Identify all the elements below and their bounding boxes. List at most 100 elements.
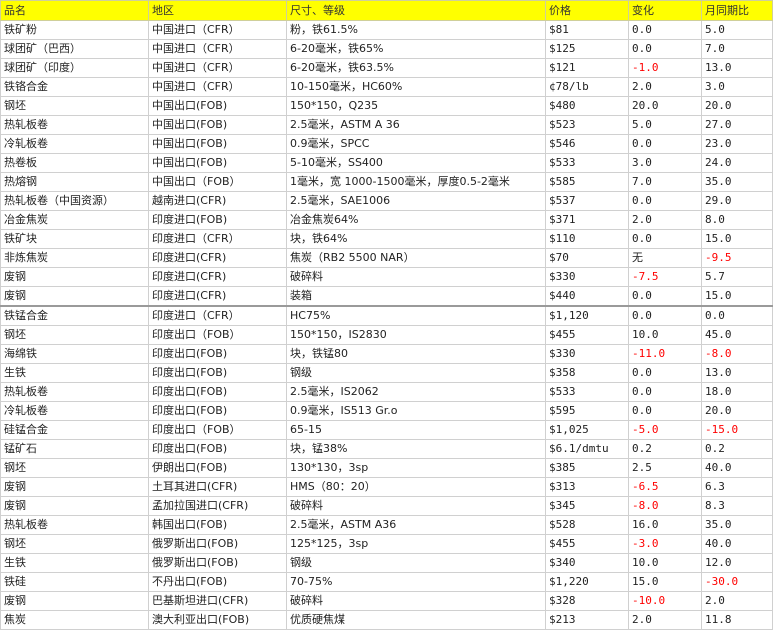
cell-price: $546 bbox=[545, 134, 629, 154]
cell-name: 球团矿（巴西） bbox=[0, 39, 149, 59]
cell-price: $125 bbox=[545, 39, 629, 59]
cell-region: 中国出口(FOB) bbox=[148, 153, 287, 173]
cell-price: $528 bbox=[545, 515, 629, 535]
cell-spec: 冶金焦炭64% bbox=[286, 210, 546, 230]
table-row: 非炼焦炭 印度进口(CFR) 焦炭（RB2 5500 NAR） $70 无 -9.5 bbox=[0, 248, 773, 268]
cell-region: 印度进口（CFR） bbox=[148, 229, 287, 249]
cell-region: 印度进口(FOB) bbox=[148, 210, 287, 230]
cell-change: 0.0 bbox=[628, 20, 702, 40]
cell-name: 废钢 bbox=[0, 496, 149, 516]
cell-mom: 7.0 bbox=[701, 39, 773, 59]
cell-change: 10.0 bbox=[628, 553, 702, 573]
cell-change: 2.0 bbox=[628, 210, 702, 230]
cell-spec: 65-15 bbox=[286, 420, 546, 440]
cell-mom: 8.3 bbox=[701, 496, 773, 516]
cell-spec: 块，锰38% bbox=[286, 439, 546, 459]
table-row: 冷轧板卷 中国出口(FOB) 0.9毫米，SPCC $546 0.0 23.0 bbox=[0, 134, 773, 154]
cell-region: 印度出口(FOB) bbox=[148, 382, 287, 402]
cell-name: 废钢 bbox=[0, 267, 149, 287]
table-row: 废钢 印度进口(CFR) 装箱 $440 0.0 15.0 bbox=[0, 286, 773, 307]
cell-name: 铁矿块 bbox=[0, 229, 149, 249]
cell-mom: 40.0 bbox=[701, 534, 773, 554]
price-table: 品名 地区 尺寸、等级 价格 变化 月同期比 铁矿粉 中国进口（CFR） 粉，铁61… bbox=[0, 0, 773, 630]
cell-spec: 1毫米，宽 1000-1500毫米，厚度0.5-2毫米 bbox=[286, 172, 546, 192]
cell-mom: 40.0 bbox=[701, 458, 773, 478]
header-spec: 尺寸、等级 bbox=[286, 0, 546, 21]
table-row: 废钢 印度进口(CFR) 破碎料 $330 -7.5 5.7 bbox=[0, 267, 773, 287]
cell-spec: 钢级 bbox=[286, 553, 546, 573]
table-row: 铁硅 不丹出口(FOB) 70-75% $1,220 15.0 -30.0 bbox=[0, 572, 773, 592]
cell-spec: 钢级 bbox=[286, 363, 546, 383]
cell-price: $1,220 bbox=[545, 572, 629, 592]
header-row: 品名 地区 尺寸、等级 价格 变化 月同期比 bbox=[0, 0, 773, 21]
cell-spec: 125*125，3sp bbox=[286, 534, 546, 554]
table-row: 焦炭 澳大利亚出口(FOB) 优质硬焦煤 $213 2.0 11.8 bbox=[0, 610, 773, 630]
cell-change: -1.0 bbox=[628, 58, 702, 78]
cell-change: 0.0 bbox=[628, 39, 702, 59]
cell-mom: -8.0 bbox=[701, 344, 773, 364]
cell-mom: 2.0 bbox=[701, 591, 773, 611]
cell-name: 冷轧板卷 bbox=[0, 134, 149, 154]
cell-change: 0.0 bbox=[628, 382, 702, 402]
cell-region: 越南进口(CFR) bbox=[148, 191, 287, 211]
cell-spec: 破碎料 bbox=[286, 267, 546, 287]
cell-change: -8.0 bbox=[628, 496, 702, 516]
cell-price: $121 bbox=[545, 58, 629, 78]
cell-mom: -9.5 bbox=[701, 248, 773, 268]
cell-region: 伊朗出口(FOB) bbox=[148, 458, 287, 478]
cell-spec: 2.5毫米，IS2062 bbox=[286, 382, 546, 402]
cell-name: 热轧板卷（中国资源） bbox=[0, 191, 149, 211]
cell-change: 0.0 bbox=[628, 229, 702, 249]
cell-region: 中国出口(FOB) bbox=[148, 134, 287, 154]
cell-name: 铁铬合金 bbox=[0, 77, 149, 97]
cell-name: 海绵铁 bbox=[0, 344, 149, 364]
cell-price: $110 bbox=[545, 229, 629, 249]
cell-region: 印度进口(CFR) bbox=[148, 286, 287, 307]
cell-name: 热轧板卷 bbox=[0, 382, 149, 402]
cell-region: 中国出口(FOB) bbox=[148, 96, 287, 116]
cell-mom: 6.3 bbox=[701, 477, 773, 497]
table-row: 球团矿（印度） 中国进口（CFR） 6-20毫米，铁63.5% $121 -1.0 13.… bbox=[0, 58, 773, 78]
cell-spec: 破碎料 bbox=[286, 591, 546, 611]
cell-change: 3.0 bbox=[628, 153, 702, 173]
table-row: 海绵铁 印度出口(FOB) 块，铁锰80 $330 -11.0 -8.0 bbox=[0, 344, 773, 364]
cell-change: 20.0 bbox=[628, 96, 702, 116]
cell-region: 中国出口（FOB） bbox=[148, 172, 287, 192]
cell-mom: 15.0 bbox=[701, 286, 773, 307]
cell-mom: 27.0 bbox=[701, 115, 773, 135]
cell-price: $595 bbox=[545, 401, 629, 421]
table-row: 球团矿（巴西） 中国进口（CFR） 6-20毫米，铁65% $125 0.0 7.0 bbox=[0, 39, 773, 59]
table-row: 废钢 土耳其进口(CFR) HMS（80：20） $313 -6.5 6.3 bbox=[0, 477, 773, 497]
cell-region: 俄罗斯出口(FOB) bbox=[148, 534, 287, 554]
cell-change: -3.0 bbox=[628, 534, 702, 554]
cell-mom: 13.0 bbox=[701, 363, 773, 383]
cell-spec: 焦炭（RB2 5500 NAR） bbox=[286, 248, 546, 268]
cell-mom: 0.2 bbox=[701, 439, 773, 459]
cell-price: $213 bbox=[545, 610, 629, 630]
cell-name: 硅锰合金 bbox=[0, 420, 149, 440]
cell-mom: 35.0 bbox=[701, 515, 773, 535]
cell-change: -5.0 bbox=[628, 420, 702, 440]
cell-region: 孟加拉国进口(CFR) bbox=[148, 496, 287, 516]
cell-change: 2.0 bbox=[628, 610, 702, 630]
cell-mom: 23.0 bbox=[701, 134, 773, 154]
cell-mom: -15.0 bbox=[701, 420, 773, 440]
cell-region: 俄罗斯出口(FOB) bbox=[148, 553, 287, 573]
cell-mom: 29.0 bbox=[701, 191, 773, 211]
cell-change: 10.0 bbox=[628, 325, 702, 345]
table-row: 冶金焦炭 印度进口(FOB) 冶金焦炭64% $371 2.0 8.0 bbox=[0, 210, 773, 230]
cell-region: 中国进口（CFR） bbox=[148, 39, 287, 59]
cell-mom: 20.0 bbox=[701, 401, 773, 421]
header-name: 品名 bbox=[0, 0, 149, 21]
cell-price: $313 bbox=[545, 477, 629, 497]
cell-spec: 块，铁锰80 bbox=[286, 344, 546, 364]
cell-name: 焦炭 bbox=[0, 610, 149, 630]
cell-spec: 150*150，Q235 bbox=[286, 96, 546, 116]
cell-change: 2.5 bbox=[628, 458, 702, 478]
cell-change: 0.0 bbox=[628, 191, 702, 211]
cell-mom: 18.0 bbox=[701, 382, 773, 402]
header-change: 变化 bbox=[628, 0, 702, 21]
cell-region: 韩国出口(FOB) bbox=[148, 515, 287, 535]
cell-change: -7.5 bbox=[628, 267, 702, 287]
table-row: 锰矿石 印度出口(FOB) 块，锰38% $6.1/dmtu 0.2 0.2 bbox=[0, 439, 773, 459]
